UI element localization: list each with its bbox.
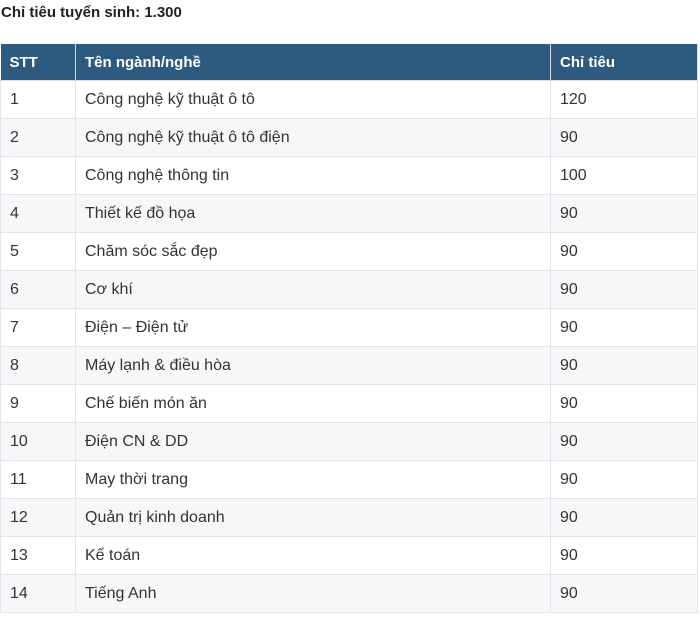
admission-quota-table: STT Tên ngành/nghề Chỉ tiêu 1 Công nghệ … — [0, 44, 698, 613]
cell-stt: 8 — [0, 346, 76, 385]
table-row: 10 Điện CN & DD 90 — [0, 422, 698, 461]
cell-stt: 6 — [0, 270, 76, 309]
cell-major-name: Điện – Điện tử — [75, 308, 551, 347]
table-row: 6 Cơ khí 90 — [0, 270, 698, 309]
header-quota: Chỉ tiêu — [550, 44, 698, 81]
cell-stt: 2 — [0, 118, 76, 157]
header-major-name: Tên ngành/nghề — [75, 44, 551, 81]
cell-stt: 3 — [0, 156, 76, 195]
cell-quota: 90 — [550, 574, 698, 613]
cell-quota: 90 — [550, 270, 698, 309]
cell-major-name: Tiếng Anh — [75, 574, 551, 613]
cell-stt: 12 — [0, 498, 76, 537]
table-row: 2 Công nghệ kỹ thuật ô tô điện 90 — [0, 118, 698, 157]
cell-quota: 90 — [550, 232, 698, 271]
cell-major-name: Điện CN & DD — [75, 422, 551, 461]
cell-quota: 90 — [550, 194, 698, 233]
table-row: 1 Công nghệ kỹ thuật ô tô 120 — [0, 80, 698, 119]
cell-stt: 9 — [0, 384, 76, 423]
cell-major-name: May thời trang — [75, 460, 551, 499]
cell-major-name: Cơ khí — [75, 270, 551, 309]
cell-stt: 4 — [0, 194, 76, 233]
cell-stt: 13 — [0, 536, 76, 575]
cell-quota: 90 — [550, 536, 698, 575]
table-row: 14 Tiếng Anh 90 — [0, 574, 698, 613]
table-row: 3 Công nghệ thông tin 100 — [0, 156, 698, 195]
cell-stt: 1 — [0, 80, 76, 119]
cell-major-name: Kế toán — [75, 536, 551, 575]
table-header-row: STT Tên ngành/nghề Chỉ tiêu — [0, 44, 698, 81]
page-title: Chỉ tiêu tuyển sinh: 1.300 — [1, 4, 182, 21]
cell-quota: 90 — [550, 308, 698, 347]
cell-major-name: Quản trị kinh doanh — [75, 498, 551, 537]
cell-stt: 7 — [0, 308, 76, 347]
cell-stt: 10 — [0, 422, 76, 461]
cell-major-name: Chế biến món ăn — [75, 384, 551, 423]
table-row: 12 Quản trị kinh doanh 90 — [0, 498, 698, 537]
cell-stt: 14 — [0, 574, 76, 613]
cell-quota: 90 — [550, 118, 698, 157]
table-row: 7 Điện – Điện tử 90 — [0, 308, 698, 347]
table-body: 1 Công nghệ kỹ thuật ô tô 120 2 Công ngh… — [0, 80, 698, 613]
cell-quota: 120 — [550, 80, 698, 119]
cell-quota: 90 — [550, 346, 698, 385]
cell-quota: 90 — [550, 384, 698, 423]
table-row: 9 Chế biến món ăn 90 — [0, 384, 698, 423]
header-stt: STT — [0, 44, 76, 81]
table-row: 13 Kế toán 90 — [0, 536, 698, 575]
table-row: 4 Thiết kế đồ họa 90 — [0, 194, 698, 233]
cell-major-name: Công nghệ thông tin — [75, 156, 551, 195]
cell-quota: 100 — [550, 156, 698, 195]
table-row: 8 Máy lạnh & điều hòa 90 — [0, 346, 698, 385]
cell-major-name: Công nghệ kỹ thuật ô tô — [75, 80, 551, 119]
table-header: STT Tên ngành/nghề Chỉ tiêu — [0, 44, 698, 81]
table-row: 11 May thời trang 90 — [0, 460, 698, 499]
cell-major-name: Công nghệ kỹ thuật ô tô điện — [75, 118, 551, 157]
cell-quota: 90 — [550, 422, 698, 461]
cell-quota: 90 — [550, 498, 698, 537]
cell-stt: 11 — [0, 460, 76, 499]
cell-major-name: Máy lạnh & điều hòa — [75, 346, 551, 385]
table-row: 5 Chăm sóc sắc đẹp 90 — [0, 232, 698, 271]
document: Chỉ tiêu tuyển sinh: 1.300 STT Tên ngành… — [0, 0, 700, 622]
cell-stt: 5 — [0, 232, 76, 271]
cell-quota: 90 — [550, 460, 698, 499]
cell-major-name: Thiết kế đồ họa — [75, 194, 551, 233]
cell-major-name: Chăm sóc sắc đẹp — [75, 232, 551, 271]
